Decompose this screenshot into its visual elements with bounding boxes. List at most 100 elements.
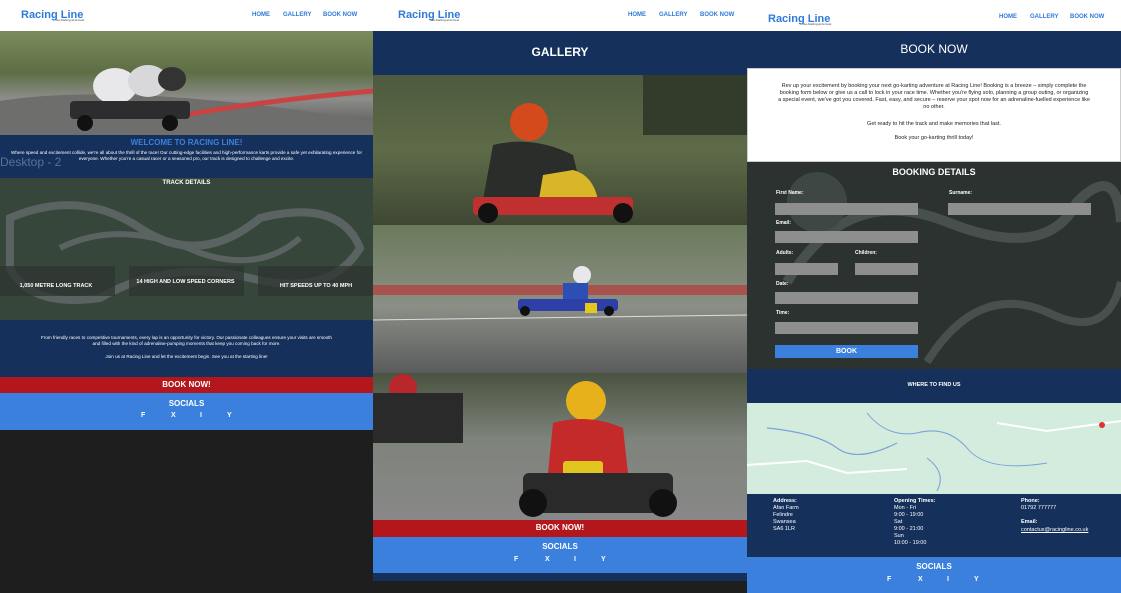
- facebook-icon[interactable]: F: [887, 576, 891, 583]
- youtube-icon[interactable]: Y: [974, 576, 979, 583]
- children-label: Children:: [855, 250, 877, 256]
- book-now-banner-label[interactable]: BOOK NOW!: [0, 380, 373, 389]
- opening-times-title: Opening Times:: [894, 498, 936, 504]
- gallery-photo-1: [373, 75, 747, 225]
- socials-footer: SOCIALS F X I Y: [373, 537, 747, 573]
- book-now-banner[interactable]: BOOK NOW!: [373, 520, 747, 537]
- email-input[interactable]: [775, 231, 918, 243]
- map-illustration: [747, 403, 1121, 494]
- socials-title: SOCIALS: [916, 562, 952, 571]
- address-title: Address:: [773, 498, 797, 504]
- instagram-icon[interactable]: I: [947, 576, 949, 583]
- email-label: Email:: [776, 220, 792, 226]
- gallery-page-panel: Racing Line Go-Karting at its best HOME …: [373, 0, 747, 593]
- site-tagline: Go-Karting at its best: [431, 18, 460, 22]
- nav-home[interactable]: HOME: [999, 14, 1017, 20]
- booking-intro-paragraph-2: Get ready to hit the track and make memo…: [867, 121, 1001, 127]
- location-map[interactable]: [747, 403, 1121, 494]
- socials-footer: SOCIALS F X I Y: [0, 393, 373, 430]
- adults-label: Adults:: [776, 250, 794, 256]
- phone-title: Phone:: [1021, 498, 1040, 504]
- gallery-photo-2: [373, 225, 747, 373]
- home-page-panel: Racing Line Go-Karting at its best HOME …: [0, 0, 373, 593]
- about-paragraph-2: Join us at Racing Line and let the excit…: [105, 354, 268, 359]
- gallery-title: GALLERY: [531, 45, 589, 59]
- site-header: Racing Line Go-Karting at its best HOME …: [373, 0, 747, 31]
- nav-gallery[interactable]: GALLERY: [1030, 14, 1058, 20]
- email-title: Email:: [1021, 519, 1038, 525]
- about-section: From friendly races to competitive tourn…: [0, 320, 373, 377]
- socials-title: SOCIALS: [542, 542, 578, 551]
- facebook-icon[interactable]: F: [141, 412, 145, 419]
- email-link[interactable]: contactus@racingline.co.uk: [1021, 527, 1088, 534]
- opening-times-line: Mon - Fri: [894, 505, 916, 511]
- nav-book-now[interactable]: BOOK NOW: [1070, 14, 1104, 20]
- opening-times-line: 9:00 - 19:00: [894, 512, 924, 518]
- facebook-icon[interactable]: F: [514, 556, 518, 563]
- nav-book-now[interactable]: BOOK NOW: [323, 12, 357, 18]
- booking-page-panel: Racing Line Go-Karting at its best HOME …: [747, 0, 1121, 593]
- gallery-kart-illustration-1: [473, 75, 747, 223]
- nav-home[interactable]: HOME: [628, 12, 646, 18]
- hero-kart-illustration: [0, 65, 373, 135]
- x-icon[interactable]: X: [171, 412, 176, 419]
- gallery-photo-3: [373, 373, 747, 520]
- site-header: Racing Line Go-Karting at its best HOME …: [0, 0, 373, 31]
- site-tagline: Go-Karting at its best: [56, 18, 85, 22]
- gallery-kart-illustration-3: [373, 374, 677, 517]
- nav-gallery[interactable]: GALLERY: [283, 12, 311, 18]
- booking-header: BOOK NOW: [747, 31, 1121, 68]
- address-line: Afan Farm: [773, 505, 799, 511]
- welcome-section: WELCOME TO RACING LINE! Where speed and …: [0, 135, 373, 178]
- nav-gallery[interactable]: GALLERY: [659, 12, 687, 18]
- book-submit-button[interactable]: BOOK: [775, 345, 918, 358]
- date-label: Date:: [776, 281, 789, 287]
- time-label: Time:: [776, 310, 790, 316]
- time-input[interactable]: [775, 322, 918, 334]
- surname-label: Surname:: [949, 190, 973, 196]
- booking-title: BOOK NOW: [900, 42, 968, 56]
- phone-number[interactable]: 01792 777777: [1021, 505, 1056, 512]
- socials-footer: SOCIALS F X I Y: [747, 557, 1121, 593]
- track-aerial-illustration: [0, 178, 373, 320]
- booking-form-section: BOOKING DETAILS First Name: Surname: Ema…: [747, 162, 1121, 369]
- booking-intro: Rev up your excitement by booking your n…: [747, 68, 1121, 162]
- address-line: Swansea: [773, 519, 796, 525]
- opening-times-line: 9:00 - 21:00: [894, 526, 924, 532]
- youtube-icon[interactable]: Y: [601, 556, 606, 563]
- date-input[interactable]: [775, 292, 918, 304]
- first-name-input[interactable]: [775, 203, 918, 215]
- instagram-icon[interactable]: I: [574, 556, 576, 563]
- first-name-label: First Name:: [776, 190, 804, 196]
- booking-form-title: BOOKING DETAILS: [892, 167, 976, 177]
- book-now-banner[interactable]: BOOK NOW!: [0, 377, 373, 393]
- adults-input[interactable]: [775, 263, 838, 275]
- surname-input[interactable]: [948, 203, 1091, 215]
- footer-strip: [373, 573, 747, 581]
- nav-home[interactable]: HOME: [252, 12, 270, 18]
- opening-times-line: Sun: [894, 533, 904, 539]
- book-now-banner-label[interactable]: BOOK NOW!: [373, 523, 747, 532]
- site-header: Racing Line Go-Karting at its best HOME …: [747, 0, 1121, 31]
- welcome-title: WELCOME TO RACING LINE!: [130, 138, 243, 147]
- booking-intro-paragraph-3: Book your go-karting thrill today!: [894, 135, 974, 141]
- youtube-icon[interactable]: Y: [227, 412, 232, 419]
- socials-title: SOCIALS: [168, 399, 205, 408]
- opening-times-line: Sat: [894, 519, 903, 525]
- opening-times-line: 10:00 - 19:00: [894, 540, 927, 546]
- children-input[interactable]: [855, 263, 918, 275]
- find-us-section: WHERE TO FIND US: [747, 369, 1121, 403]
- site-tagline: Go-Karting at its best: [803, 22, 832, 26]
- x-icon[interactable]: X: [545, 556, 550, 563]
- gallery-kart-illustration-2: [373, 266, 747, 321]
- address-line: Felindre: [773, 512, 793, 518]
- track-details-title: TRACK DETAILS: [162, 180, 211, 186]
- address-line: SA6 1LR: [773, 526, 796, 532]
- find-us-title: WHERE TO FIND US: [907, 382, 961, 388]
- about-paragraph-1: From friendly races to competitive tourn…: [41, 335, 332, 346]
- feature-top-speed: HIT SPEEDS UP TO 40 MPH: [279, 283, 353, 289]
- feature-corners: 14 HIGH AND LOW SPEED CORNERS: [136, 279, 235, 285]
- x-icon[interactable]: X: [918, 576, 923, 583]
- nav-book-now[interactable]: BOOK NOW: [700, 12, 734, 18]
- instagram-icon[interactable]: I: [200, 412, 202, 419]
